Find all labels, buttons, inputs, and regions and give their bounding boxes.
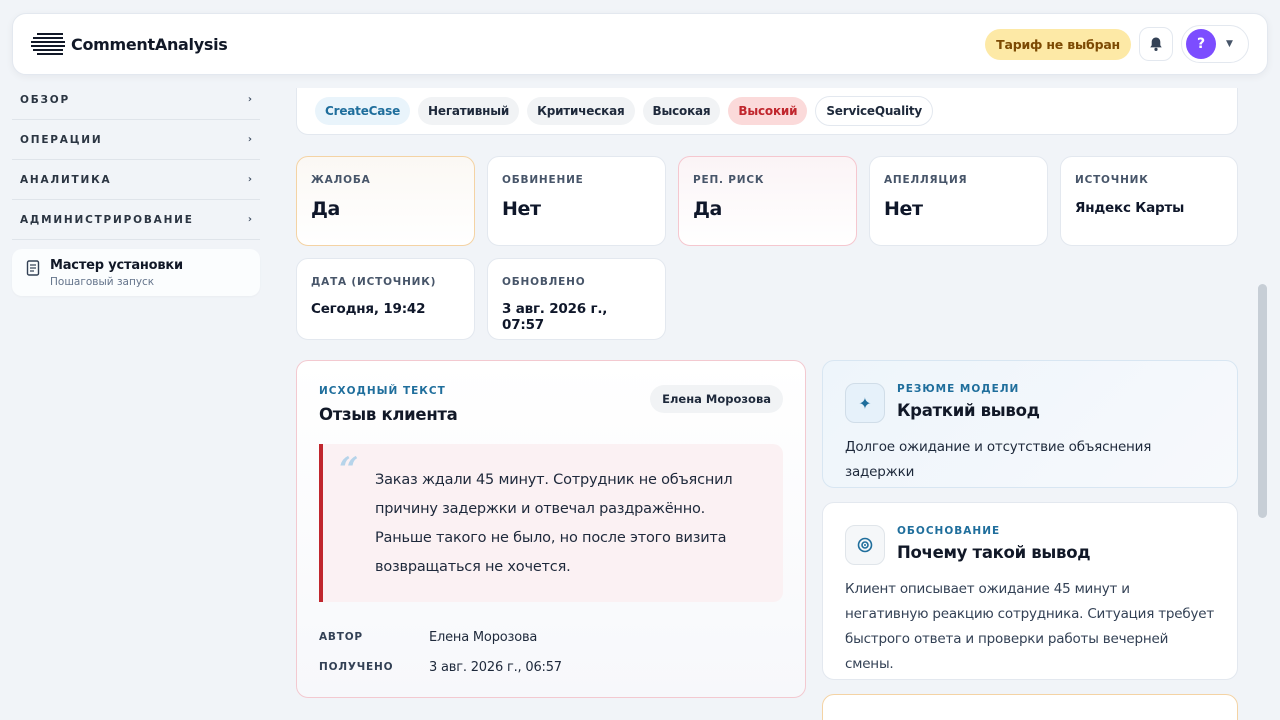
logo-icon bbox=[31, 30, 65, 58]
notifications-button[interactable] bbox=[1139, 27, 1173, 61]
user-menu[interactable]: ? ▼ bbox=[1181, 25, 1249, 63]
tag-category: ServiceQuality bbox=[815, 96, 934, 126]
next-card bbox=[822, 694, 1238, 720]
meta-value: Елена Морозова bbox=[429, 629, 538, 645]
sidebar-item-administration[interactable]: АДМИНИСТРИРОВАНИЕ › bbox=[12, 200, 260, 240]
bell-icon bbox=[1150, 37, 1162, 51]
sidebar-item-label: ОПЕРАЦИИ bbox=[20, 133, 103, 146]
eye-icon bbox=[845, 525, 885, 565]
stat-complaint: ЖАЛОБА Да bbox=[296, 156, 475, 246]
chevron-right-icon: › bbox=[247, 214, 252, 225]
stat-value: Да bbox=[311, 198, 340, 220]
sidebar-item-analytics[interactable]: АНАЛИТИКА › bbox=[12, 160, 260, 200]
top-bar: CommentAnalysis Тариф не выбран ? ▼ bbox=[12, 13, 1268, 75]
sidebar-item-label: АНАЛИТИКА bbox=[20, 173, 112, 186]
stat-accusation: ОБВИНЕНИЕ Нет bbox=[487, 156, 666, 246]
stat-value: Нет bbox=[502, 198, 541, 220]
logo[interactable]: CommentAnalysis bbox=[31, 30, 228, 58]
stat-updated: ОБНОВЛЕНО 3 авг. 2026 г., 07:57 bbox=[487, 258, 666, 340]
tag-priority: Высокая bbox=[642, 97, 721, 125]
review-meta: АВТОР Елена Морозова ПОЛУЧЕНО 3 авг. 202… bbox=[319, 622, 783, 682]
stat-label: ЖАЛОБА bbox=[311, 174, 371, 186]
stat-label: ОБВИНЕНИЕ bbox=[502, 174, 584, 186]
stat-label: ОБНОВЛЕНО bbox=[502, 276, 586, 288]
card-eyebrow: РЕЗЮМЕ МОДЕЛИ bbox=[897, 383, 1020, 395]
avatar: ? bbox=[1186, 29, 1216, 59]
stat-rep-risk: РЕП. РИСК Да bbox=[678, 156, 857, 246]
stat-label: АПЕЛЛЯЦИЯ bbox=[884, 174, 968, 186]
author-chip: Елена Морозова bbox=[650, 385, 783, 413]
chevron-right-icon: › bbox=[247, 94, 252, 105]
brand-name: CommentAnalysis bbox=[71, 34, 228, 54]
stat-value: Нет bbox=[884, 198, 923, 220]
model-summary-card: ✦ РЕЗЮМЕ МОДЕЛИ Краткий вывод Долгое ожи… bbox=[822, 360, 1238, 488]
chevron-right-icon: › bbox=[247, 174, 252, 185]
stat-value: Сегодня, 19:42 bbox=[311, 301, 426, 317]
tag-risk: Высокий bbox=[728, 97, 808, 125]
card-title: Краткий вывод bbox=[897, 401, 1040, 420]
stat-source: ИСТОЧНИК Яндекс Карты bbox=[1060, 156, 1238, 246]
tags-card: CreateCase Негативный Критическая Высока… bbox=[296, 88, 1238, 135]
meta-row-received: ПОЛУЧЕНО 3 авг. 2026 г., 06:57 bbox=[319, 652, 783, 682]
sidebar-item-operations[interactable]: ОПЕРАЦИИ › bbox=[12, 120, 260, 160]
source-text-card: ИСХОДНЫЙ ТЕКСТ Отзыв клиента Елена Мороз… bbox=[296, 360, 806, 698]
reasoning-text: Клиент описывает ожидание 45 минут и нег… bbox=[845, 581, 1215, 672]
stat-value: Яндекс Карты bbox=[1075, 200, 1185, 216]
sidebar-item-label: ОБЗОР bbox=[20, 93, 71, 106]
review-quote: “ Заказ ждали 45 минут. Сотрудник не объ… bbox=[319, 444, 783, 602]
stat-value: Да bbox=[693, 198, 722, 220]
chevron-down-icon: ▼ bbox=[1226, 39, 1233, 49]
stat-appeal: АПЕЛЛЯЦИЯ Нет bbox=[869, 156, 1048, 246]
card-title: Почему такой вывод bbox=[897, 543, 1091, 562]
scrollbar[interactable] bbox=[1258, 284, 1267, 518]
reasoning-card: ОБОСНОВАНИЕ Почему такой вывод Клиент оп… bbox=[822, 502, 1238, 680]
tariff-badge[interactable]: Тариф не выбран bbox=[985, 28, 1131, 60]
summary-text: Долгое ожидание и отсутствие объяснения … bbox=[845, 439, 1152, 480]
meta-key: ПОЛУЧЕНО bbox=[319, 661, 394, 673]
card-eyebrow: ОБОСНОВАНИЕ bbox=[897, 525, 1001, 537]
tag-severity: Критическая bbox=[527, 97, 635, 125]
sidebar-item-overview[interactable]: ОБЗОР › bbox=[12, 80, 260, 120]
chevron-right-icon: › bbox=[247, 134, 252, 145]
sidebar: ОБЗОР › ОПЕРАЦИИ › АНАЛИТИКА › АДМИНИСТР… bbox=[12, 80, 260, 296]
meta-row-author: АВТОР Елена Морозова bbox=[319, 622, 783, 652]
wizard-subtitle: Пошаговый запуск bbox=[50, 276, 155, 288]
sidebar-item-label: АДМИНИСТРИРОВАНИЕ bbox=[20, 213, 194, 226]
tag-sentiment: Негативный bbox=[418, 97, 520, 125]
book-icon bbox=[26, 260, 40, 276]
review-text: Заказ ждали 45 минут. Сотрудник не объяс… bbox=[375, 472, 733, 575]
stat-source-date: ДАТА (ИСТОЧНИК) Сегодня, 19:42 bbox=[296, 258, 475, 340]
quote-icon: “ bbox=[339, 450, 359, 490]
setup-wizard-link[interactable]: Мастер установки Пошаговый запуск bbox=[12, 249, 260, 296]
tag-action: CreateCase bbox=[315, 97, 411, 125]
stat-label: ДАТА (ИСТОЧНИК) bbox=[311, 276, 437, 288]
stat-label: ИСТОЧНИК bbox=[1075, 174, 1149, 186]
sparkle-icon: ✦ bbox=[845, 383, 885, 423]
stat-value: 3 авг. 2026 г., 07:57 bbox=[502, 301, 608, 333]
wizard-title: Мастер установки bbox=[50, 258, 183, 273]
meta-key: АВТОР bbox=[319, 631, 363, 643]
stat-label: РЕП. РИСК bbox=[693, 174, 765, 186]
meta-value: 3 авг. 2026 г., 06:57 bbox=[429, 659, 562, 675]
